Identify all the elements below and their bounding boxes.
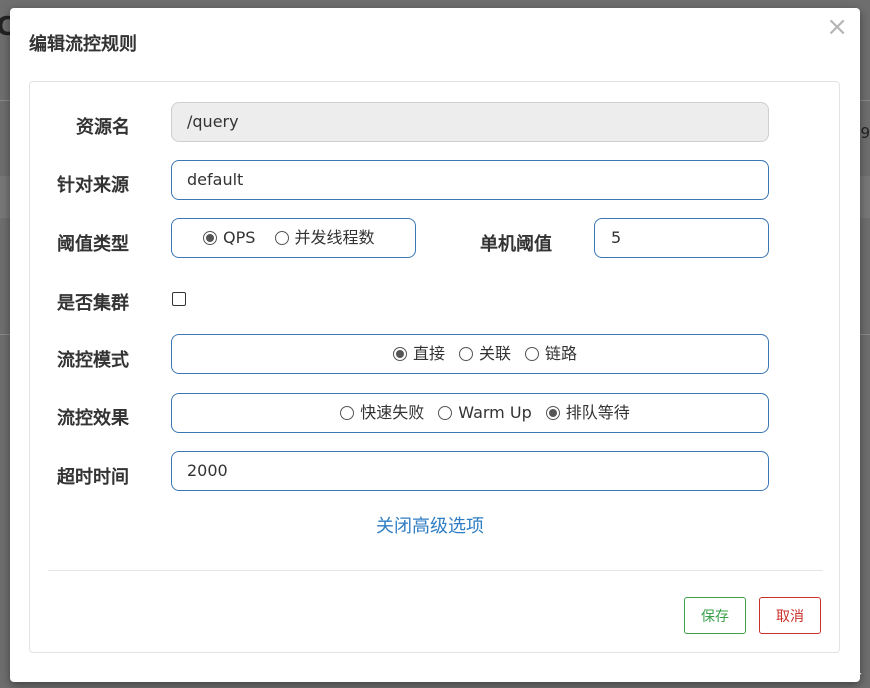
behavior-option-label: 快速失败 [360, 403, 425, 422]
cancel-button[interactable]: 取消 [759, 597, 821, 634]
strategy-option-label: 直接 [412, 344, 445, 363]
strategy-label: 流控模式 [57, 350, 129, 371]
close-icon[interactable]: × [826, 14, 848, 40]
strategy-radio-group: 直接 关联 链路 [171, 334, 769, 374]
control-behavior-label: 流控效果 [57, 408, 129, 429]
strategy-option-direct[interactable]: 直接 [392, 335, 445, 373]
radio-icon[interactable] [340, 406, 355, 420]
timeout-label: 超时时间 [57, 467, 129, 488]
resource-name-label: 资源名 [76, 117, 130, 138]
radio-icon[interactable] [274, 231, 289, 245]
radio-icon[interactable] [458, 347, 473, 361]
grade-option-thread[interactable]: 并发线程数 [274, 219, 375, 257]
behavior-option-label: 排队等待 [565, 403, 630, 422]
limit-app-input[interactable]: default [171, 160, 769, 200]
grade-label: 阈值类型 [57, 234, 129, 255]
strategy-option-label: 关联 [478, 344, 511, 363]
form-panel: 资源名 /query 针对来源 default 阈值类型 QPS 并发线程数 单… [29, 81, 840, 653]
control-behavior-radio-group: 快速失败 Warm Up 排队等待 [171, 393, 769, 433]
limit-app-label: 针对来源 [57, 175, 129, 196]
cluster-label: 是否集群 [57, 293, 129, 314]
footer-divider [48, 570, 823, 571]
behavior-option-label: Warm Up [458, 403, 532, 422]
grade-radio-group: QPS 并发线程数 [171, 218, 416, 258]
resource-name-input[interactable]: /query [171, 102, 769, 142]
grade-option-label: QPS [223, 228, 256, 247]
cluster-checkbox[interactable] [172, 292, 186, 306]
edit-flow-rule-dialog: 编辑流控规则 × 资源名 /query 针对来源 default 阈值类型 QP… [10, 8, 860, 682]
behavior-option-warm-up[interactable]: Warm Up [438, 394, 532, 432]
radio-icon[interactable] [438, 406, 453, 420]
grade-option-qps[interactable]: QPS [203, 219, 255, 257]
behavior-option-fast-fail[interactable]: 快速失败 [340, 394, 424, 432]
count-label: 单机阈值 [480, 234, 552, 255]
dialog-title: 编辑流控规则 [29, 34, 137, 55]
radio-icon-checked[interactable] [545, 406, 560, 420]
count-input[interactable]: 5 [594, 218, 769, 258]
radio-icon-checked[interactable] [203, 231, 217, 245]
radio-icon[interactable] [525, 347, 539, 361]
radio-icon-checked[interactable] [392, 347, 407, 361]
strategy-option-label: 链路 [545, 344, 578, 363]
strategy-option-relate[interactable]: 关联 [458, 335, 511, 373]
save-button[interactable]: 保存 [684, 597, 746, 634]
timeout-input[interactable]: 2000 [171, 451, 769, 491]
grade-option-label: 并发线程数 [294, 228, 375, 247]
strategy-option-chain[interactable]: 链路 [525, 335, 577, 373]
toggle-advanced-link[interactable]: 关闭高级选项 [376, 512, 484, 538]
behavior-option-queue[interactable]: 排队等待 [545, 394, 630, 432]
csdn-watermark: CSDN @从零开始的JAVA世界 [674, 665, 862, 681]
